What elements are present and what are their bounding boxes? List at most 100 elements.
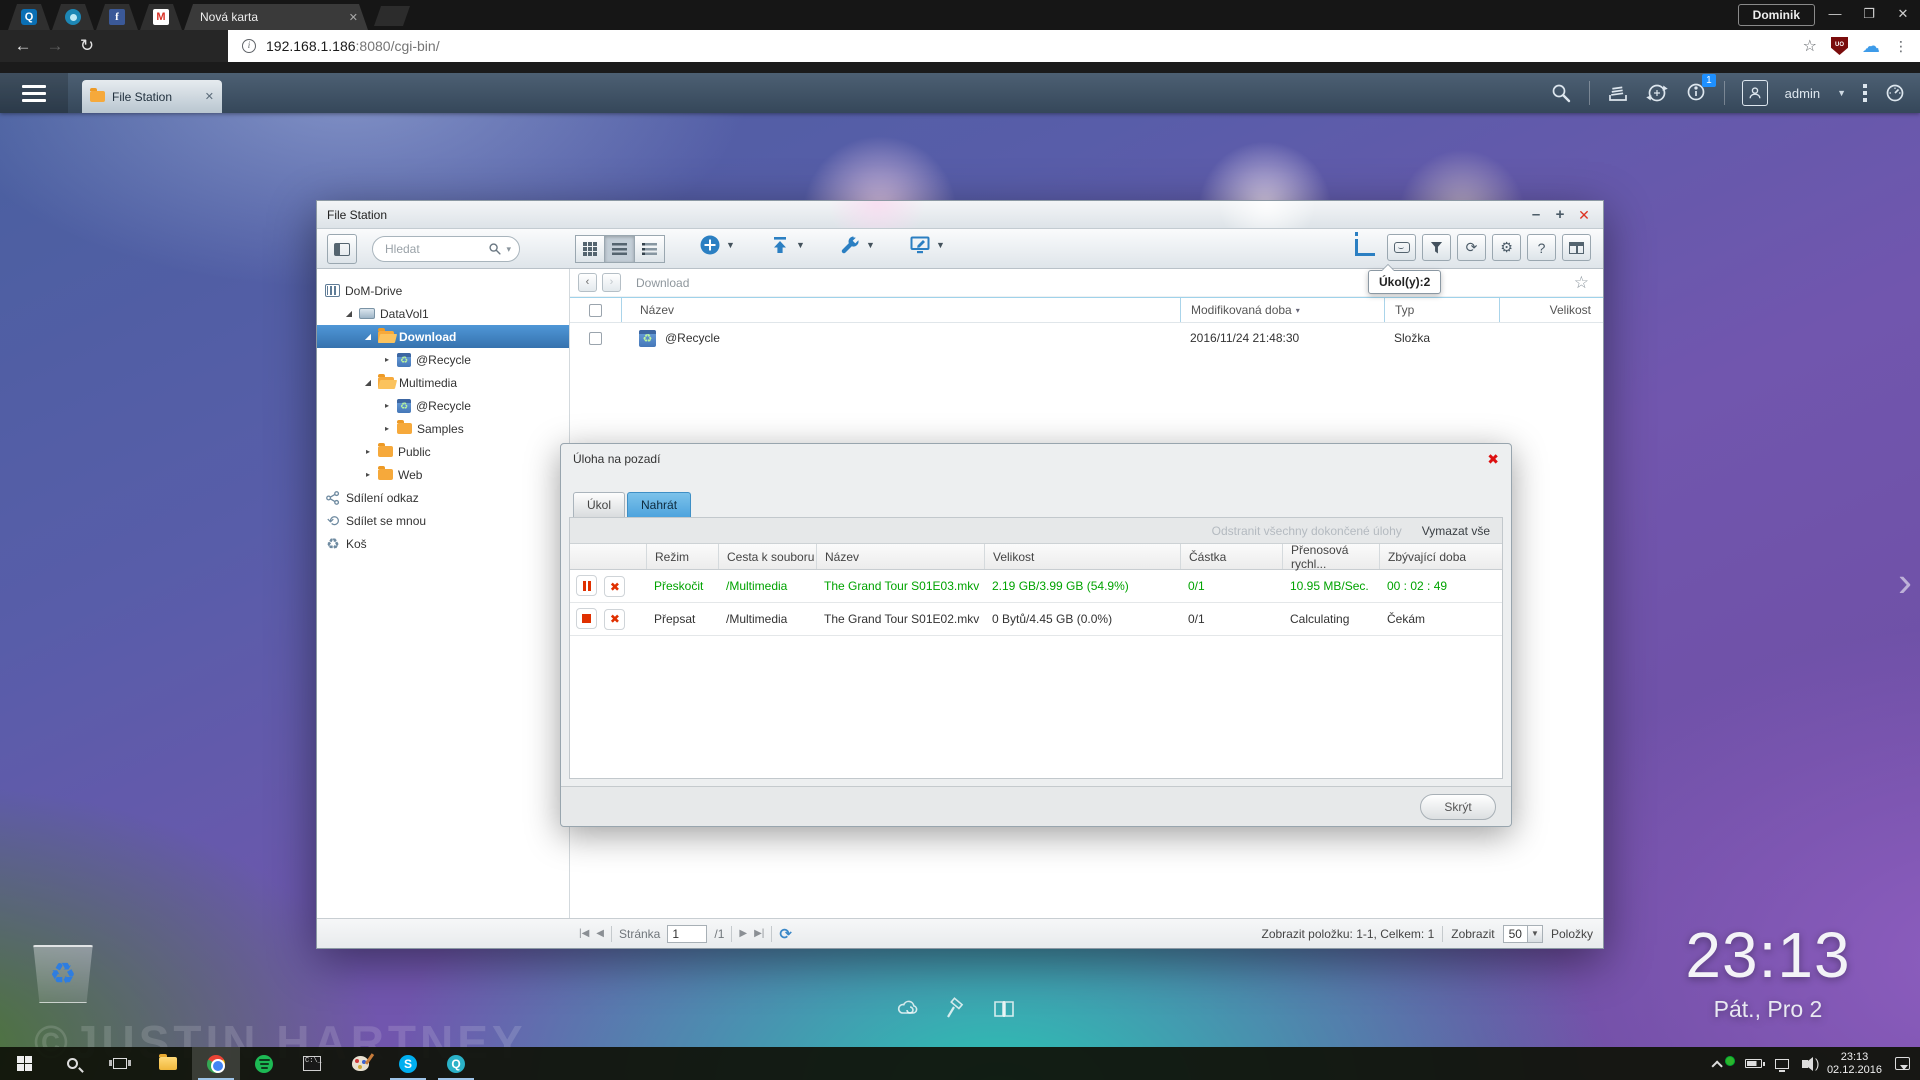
bookmark-star-icon[interactable]: ☆ xyxy=(1803,36,1817,56)
thumbnail-view-button[interactable] xyxy=(575,235,605,263)
taskbar-search-button[interactable] xyxy=(48,1047,96,1080)
notifications-button[interactable]: 1 xyxy=(1685,73,1716,106)
paint-button[interactable] xyxy=(336,1047,384,1080)
create-menu-button[interactable]: ▼ xyxy=(699,234,735,256)
list-view-button[interactable] xyxy=(605,235,635,263)
more-options-icon[interactable] xyxy=(1863,84,1867,102)
hidden-icons-chevron[interactable] xyxy=(1711,1059,1723,1072)
cloud-extension-icon[interactable]: ☁ xyxy=(1862,36,1880,57)
refresh-button[interactable]: ⟳ xyxy=(1457,234,1486,261)
task-row-1[interactable]: ✖ Přeskočit /Multimedia The Grand Tour S… xyxy=(570,570,1502,603)
sidebar-item-shared-with-me[interactable]: ⟲ Sdílet se mnou xyxy=(317,509,569,532)
sidebar-item-trash[interactable]: ♻ Koš xyxy=(317,532,569,555)
tray-clock[interactable]: 23:13 02.12.2016 xyxy=(1827,1051,1882,1077)
search-input[interactable]: Hledat ▾ xyxy=(372,236,520,262)
column-header-count[interactable]: Částka xyxy=(1180,544,1282,569)
window-close-button[interactable]: ✕ xyxy=(1573,201,1595,229)
column-header-path[interactable]: Cesta k souboru xyxy=(718,544,816,569)
remote-connection-button[interactable] xyxy=(1387,234,1416,261)
tools-menu-button[interactable]: ▼ xyxy=(839,234,875,256)
expand-arrow-icon[interactable]: ◢ xyxy=(363,332,373,341)
collapse-arrow-icon[interactable]: ▸ xyxy=(382,424,392,433)
stop-task-button[interactable] xyxy=(576,608,597,630)
ublock-extension-icon[interactable]: UO xyxy=(1831,37,1848,55)
task-view-button[interactable] xyxy=(96,1047,144,1080)
column-header-size[interactable]: Velikost xyxy=(984,544,1180,569)
upload-menu-button[interactable]: ▼ xyxy=(769,234,805,256)
background-task-icon[interactable] xyxy=(1355,232,1375,256)
share-menu-button[interactable]: ▼ xyxy=(909,234,945,256)
file-row-recycle[interactable]: @Recycle 2016/11/24 21:48:30 Složka xyxy=(570,323,1603,353)
columns-button[interactable] xyxy=(1562,234,1591,261)
breadcrumb[interactable]: Download xyxy=(636,276,689,290)
omnibox[interactable]: i 192.168.1.186:8080/cgi-bin/ ☆ UO ☁ ⋮ xyxy=(228,30,1920,62)
window-titlebar[interactable]: File Station – + ✕ xyxy=(317,201,1603,229)
tab-ukol[interactable]: Úkol xyxy=(573,492,626,517)
column-header-remaining[interactable]: Zbývající doba xyxy=(1379,544,1502,569)
dialog-titlebar[interactable]: Úloha na pozadí ✖ xyxy=(561,444,1511,474)
settings-button[interactable]: ⚙ xyxy=(1492,234,1521,261)
qfinder-button[interactable]: Q xyxy=(432,1047,480,1080)
row-checkbox[interactable] xyxy=(589,331,602,345)
tab-nahrat[interactable]: Nahrát xyxy=(627,492,692,517)
forward-button[interactable]: › xyxy=(602,273,621,292)
sidebar-item-samples[interactable]: ▸ Samples xyxy=(317,417,569,440)
browser-menu-icon[interactable]: ⋮ xyxy=(1894,38,1908,55)
expand-arrow-icon[interactable]: ◢ xyxy=(344,309,354,318)
window-minimize-button[interactable]: – xyxy=(1525,201,1547,229)
sidebar-item-download[interactable]: ◢ Download xyxy=(317,325,569,348)
cloud-dock-icon[interactable] xyxy=(895,996,921,1022)
sidebar-item-share-links[interactable]: Sdílení odkaz xyxy=(317,486,569,509)
expand-arrow-icon[interactable]: ◢ xyxy=(363,378,373,387)
spotify-button[interactable] xyxy=(240,1047,288,1080)
sidebar-item-public[interactable]: ▸ Public xyxy=(317,440,569,463)
browser-minimize-button[interactable]: — xyxy=(1818,0,1852,28)
refresh-icon[interactable]: ⟳ xyxy=(779,925,792,943)
chevron-down-icon[interactable]: ▾ xyxy=(506,244,511,255)
close-icon[interactable]: ✕ xyxy=(205,90,214,103)
start-button[interactable] xyxy=(0,1047,48,1080)
select-all-checkbox[interactable] xyxy=(589,303,602,317)
column-header-modified[interactable]: Modifikovaná doba ▾ xyxy=(1180,298,1384,322)
collapse-arrow-icon[interactable]: ▸ xyxy=(363,470,373,479)
network-tray-icon[interactable] xyxy=(1774,1058,1789,1072)
remove-finished-link[interactable]: Odstranit všechny dokončené úlohy xyxy=(1212,524,1402,538)
sidebar-toggle-button[interactable] xyxy=(327,234,357,264)
chevron-down-icon[interactable]: ▼ xyxy=(1837,88,1846,98)
sidebar-item-recycle-download[interactable]: ▸ @Recycle xyxy=(317,348,569,371)
tab-gmail[interactable]: M xyxy=(140,4,182,30)
filter-button[interactable] xyxy=(1422,234,1451,261)
collapse-arrow-icon[interactable]: ▸ xyxy=(382,355,392,364)
tools-dock-icon[interactable] xyxy=(943,996,969,1022)
book-dock-icon[interactable] xyxy=(991,996,1017,1022)
column-header-type[interactable]: Typ xyxy=(1384,298,1499,322)
prev-page-button[interactable]: ◀ xyxy=(596,928,604,939)
sidebar-item-recycle-multimedia[interactable]: ▸ @Recycle xyxy=(317,394,569,417)
search-icon[interactable] xyxy=(1550,82,1572,104)
task-row-2[interactable]: ✖ Přepsat /Multimedia The Grand Tour S01… xyxy=(570,603,1502,636)
desktop-next-arrow[interactable]: › xyxy=(1898,558,1912,606)
forward-button[interactable]: → xyxy=(40,30,70,62)
column-header-speed[interactable]: Přenosová rychl... xyxy=(1282,543,1379,571)
cancel-task-button[interactable]: ✖ xyxy=(604,576,626,597)
sidebar-item-dom-drive[interactable]: DoM-Drive xyxy=(317,279,569,302)
detail-view-button[interactable] xyxy=(635,235,665,263)
sidebar-item-web[interactable]: ▸ Web xyxy=(317,463,569,486)
help-button[interactable]: ? xyxy=(1527,234,1556,261)
page-info-icon[interactable]: i xyxy=(242,39,256,53)
favorite-star-icon[interactable]: ☆ xyxy=(1574,273,1589,293)
tab-facebook[interactable]: f xyxy=(96,4,138,30)
main-menu-button[interactable] xyxy=(0,73,68,113)
command-prompt-button[interactable]: C:\_ xyxy=(288,1047,336,1080)
tab-new-tab[interactable]: Nová karta ✕ xyxy=(184,4,368,30)
action-center-icon[interactable] xyxy=(1895,1057,1910,1070)
browser-profile-button[interactable]: Dominik xyxy=(1737,4,1815,26)
browser-close-button[interactable]: ✕ xyxy=(1886,0,1920,28)
hide-button[interactable]: Skrýt xyxy=(1420,794,1496,820)
column-header-name[interactable]: Název xyxy=(816,544,984,569)
clear-all-link[interactable]: Vymazat vše xyxy=(1422,524,1490,538)
window-maximize-button[interactable]: + xyxy=(1549,201,1571,229)
new-tab-button[interactable] xyxy=(374,6,410,26)
back-button[interactable]: ← xyxy=(8,30,38,62)
user-avatar-icon[interactable] xyxy=(1741,80,1768,106)
